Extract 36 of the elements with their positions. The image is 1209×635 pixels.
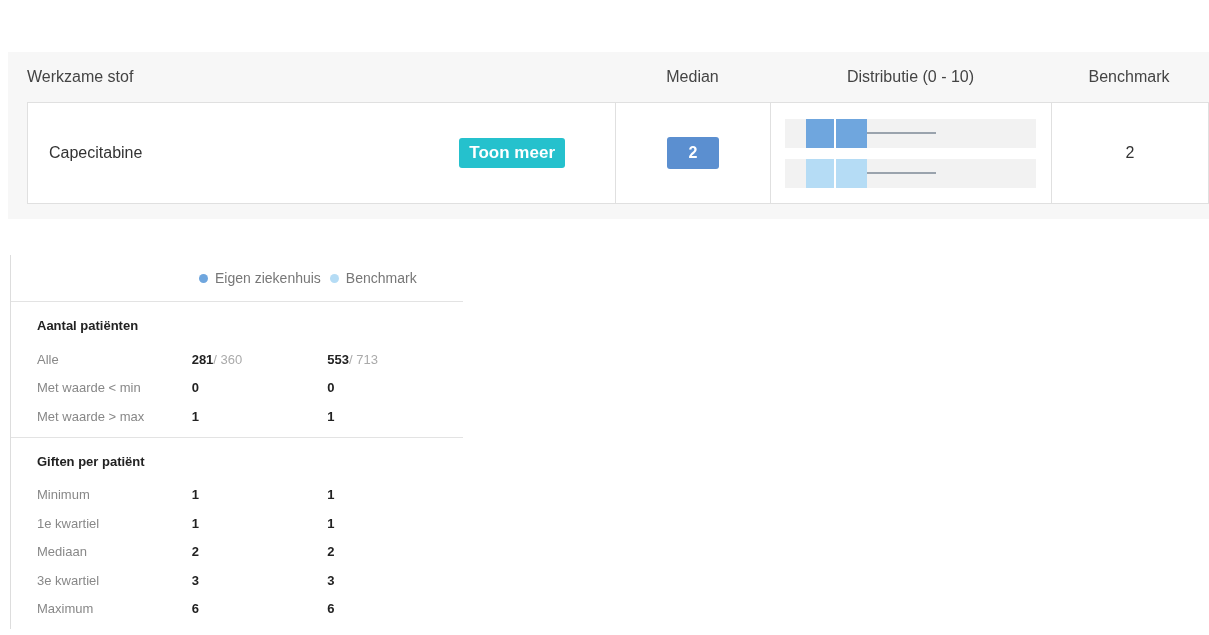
table-cell-text: 281/ 360 xyxy=(191,351,244,367)
table-cell-text: 0 xyxy=(327,380,336,396)
table-cell-text: 1 xyxy=(327,487,336,503)
row-label: Minimum xyxy=(37,487,91,503)
substance-name: Capecitabine xyxy=(49,144,143,162)
column-header: Distributie (0 - 10) xyxy=(845,68,976,86)
table-cell-text: 553/ 713 xyxy=(327,351,379,367)
row-label: Maximum xyxy=(37,601,95,617)
table-cell-text: 3 xyxy=(191,572,200,588)
section-title: Aantal patiënten xyxy=(37,318,140,333)
section-title: Giften per patiënt xyxy=(37,453,146,469)
table-cell-text: 6 xyxy=(191,601,200,617)
row-label: 1e kwartiel xyxy=(37,515,101,531)
table-cell-text: 1 xyxy=(327,408,336,424)
table-cell-text: 1 xyxy=(191,487,200,503)
column-header: Benchmark xyxy=(1087,68,1171,86)
column-header: Werkzame stof xyxy=(27,68,135,86)
table-cell-text: 6 xyxy=(327,601,336,617)
row-label: Mediaan xyxy=(37,544,88,560)
table-cell-text: 3 xyxy=(327,572,336,588)
row-label: Met waarde < min xyxy=(37,380,142,396)
table-cell-text: 1 xyxy=(191,408,200,424)
table-cell-text: 2 xyxy=(191,544,200,560)
table-cell-text: 1 xyxy=(327,515,336,531)
row-label: 3e kwartiel xyxy=(37,572,101,588)
legend-label: Eigen ziekenhuis xyxy=(215,270,321,286)
legend-label: Benchmark xyxy=(345,270,417,286)
median-badge: 2 xyxy=(666,137,720,169)
benchmark-value: 2 xyxy=(1125,144,1135,162)
table-cell-text: 0 xyxy=(191,380,200,396)
row-label: Met waarde > max xyxy=(37,408,146,424)
row-label: Alle xyxy=(37,351,60,367)
table-cell-text: 2 xyxy=(327,544,336,560)
show-more-button[interactable]: Toon meer xyxy=(459,138,565,168)
column-header: Median xyxy=(665,68,720,86)
table-cell-text: 1 xyxy=(191,515,200,531)
